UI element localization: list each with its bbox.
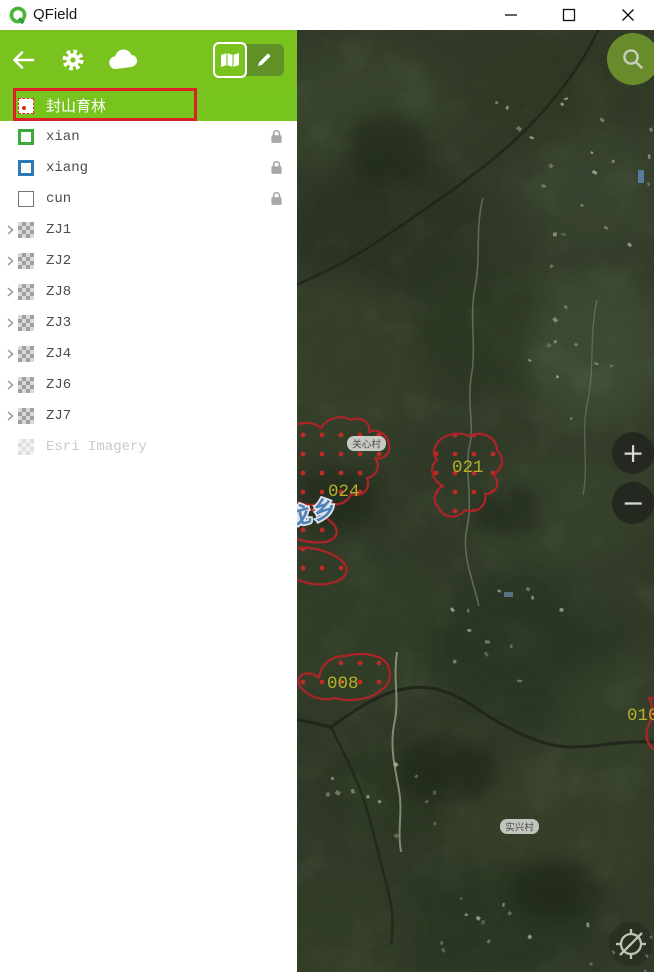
- raster-layer-icon: [18, 438, 34, 455]
- blue-roof: [638, 170, 644, 183]
- lock-icon: [270, 129, 283, 149]
- minimize-button[interactable]: [492, 0, 530, 30]
- map-view[interactable]: 024 021 008 010 龙乡 关心村 实兴村 + −: [297, 30, 654, 972]
- titlebar: QField: [0, 0, 654, 30]
- layer-row-zj3[interactable]: ZJ3: [0, 307, 297, 338]
- minus-icon: −: [621, 487, 645, 519]
- layer-list: 封山育林 xian xiang cun ZJ1 ZJ2 ZJ8 ZJ3 ZJ4 …: [0, 90, 297, 462]
- parcel-label-021: 021: [452, 458, 484, 478]
- raster-layer-icon: [18, 376, 34, 393]
- layer-label: xiang: [46, 159, 89, 176]
- raster-layer-icon: [18, 221, 34, 238]
- layer-label: ZJ6: [46, 376, 72, 393]
- layer-label: ZJ1: [46, 221, 72, 238]
- qfield-window: QField 封山育林 xian xiang cun ZJ1 ZJ2 ZJ8 Z…: [0, 0, 654, 972]
- maximize-button[interactable]: [550, 0, 588, 30]
- zoom-in-button[interactable]: +: [612, 432, 654, 474]
- layer-row-xiang[interactable]: xiang: [0, 152, 297, 183]
- layer-label: ZJ8: [46, 283, 72, 300]
- close-icon: [622, 9, 634, 21]
- cloud-icon: [109, 49, 137, 70]
- layer-label: ZJ3: [46, 314, 72, 331]
- expand-chevron-icon[interactable]: [2, 410, 18, 421]
- map-canvas: 024 021 008 010 龙乡 关心村 实兴村: [297, 30, 654, 972]
- qfield-logo-icon: [8, 5, 28, 25]
- layer-row-zj4[interactable]: ZJ4: [0, 338, 297, 369]
- cloud-sync-button[interactable]: [101, 30, 147, 90]
- layer-style-icon-blue: [18, 159, 34, 176]
- raster-layer-icon: [18, 345, 34, 362]
- layer-label: cun: [46, 190, 72, 207]
- expand-chevron-icon[interactable]: [2, 224, 18, 235]
- locate-button[interactable]: [609, 922, 653, 966]
- search-icon: [623, 49, 643, 69]
- parcel-label-008: 008: [327, 674, 359, 694]
- map-icon: [221, 53, 239, 67]
- mode-toggle: [213, 42, 284, 78]
- app-title: QField: [33, 6, 78, 23]
- layer-label: ZJ2: [46, 252, 72, 269]
- lock-icon: [270, 160, 283, 180]
- maximize-icon: [562, 8, 576, 22]
- raster-layer-icon: [18, 252, 34, 269]
- layer-row-zj1[interactable]: ZJ1: [0, 214, 297, 245]
- layer-label: ZJ7: [46, 407, 72, 424]
- layer-row-xian[interactable]: xian: [0, 121, 297, 152]
- layer-style-icon-white: [18, 190, 34, 207]
- edit-mode-button[interactable]: [244, 44, 284, 76]
- layer-row-zj2[interactable]: ZJ2: [0, 245, 297, 276]
- search-button[interactable]: [607, 33, 654, 85]
- expand-chevron-icon[interactable]: [2, 317, 18, 328]
- lock-icon: [270, 191, 283, 211]
- layer-label: 封山育林: [46, 98, 107, 115]
- village-label-shixingcun: 实兴村: [505, 822, 534, 834]
- gear-icon: [62, 49, 84, 71]
- layers-panel: 封山育林 xian xiang cun ZJ1 ZJ2 ZJ8 ZJ3 ZJ4 …: [0, 30, 297, 972]
- layer-label: Esri Imagery: [46, 438, 147, 455]
- arrow-left-icon: [13, 51, 35, 69]
- raster-layer-icon: [18, 283, 34, 300]
- expand-chevron-icon[interactable]: [2, 255, 18, 266]
- pencil-icon: [258, 53, 271, 66]
- blue-roof: [504, 592, 513, 597]
- layer-row-fengshanyulin[interactable]: 封山育林: [0, 90, 297, 121]
- raster-layer-icon: [18, 407, 34, 424]
- layer-style-icon-green: [18, 128, 34, 145]
- expand-chevron-icon[interactable]: [2, 379, 18, 390]
- layer-row-cun[interactable]: cun: [0, 183, 297, 214]
- settings-button[interactable]: [50, 30, 96, 90]
- layer-row-zj8[interactable]: ZJ8: [0, 276, 297, 307]
- zoom-out-button[interactable]: −: [612, 482, 654, 524]
- map-mode-button[interactable]: [213, 42, 247, 78]
- raster-layer-icon: [18, 314, 34, 331]
- layer-style-icon-red-dotted: [18, 97, 34, 114]
- expand-chevron-icon[interactable]: [2, 286, 18, 297]
- layer-label: xian: [46, 128, 80, 145]
- layer-row-zj7[interactable]: ZJ7: [0, 400, 297, 431]
- layer-label: ZJ4: [46, 345, 72, 362]
- panel-toolbar: [0, 30, 297, 90]
- plus-icon: +: [621, 437, 645, 469]
- village-label-guanxincun: 关心村: [352, 439, 381, 451]
- layer-row-zj6[interactable]: ZJ6: [0, 369, 297, 400]
- location-disabled-icon: [616, 929, 646, 959]
- close-button[interactable]: [609, 0, 647, 30]
- parcel-label-010: 010: [627, 706, 654, 726]
- back-button[interactable]: [0, 30, 46, 90]
- expand-chevron-icon[interactable]: [2, 348, 18, 359]
- layer-row-esri-imagery[interactable]: Esri Imagery: [0, 431, 297, 462]
- minimize-icon: [505, 14, 517, 16]
